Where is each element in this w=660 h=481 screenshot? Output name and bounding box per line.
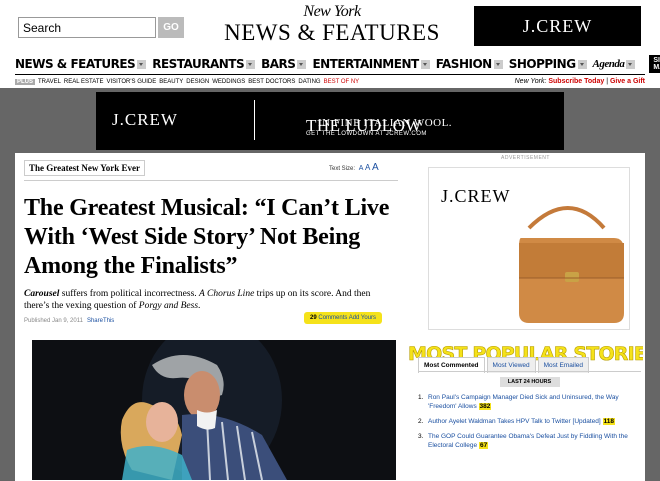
subnav-design[interactable]: DESIGN <box>186 79 209 85</box>
most-popular-panel: LAST 24 HOURS 1. Ron Paul's Campaign Man… <box>418 371 641 456</box>
published-date: Published Jan 9, 2011 <box>24 318 83 324</box>
chevron-down-icon[interactable] <box>420 59 430 69</box>
chevron-down-icon[interactable] <box>137 59 147 69</box>
nav-bars[interactable]: BARS <box>261 57 307 71</box>
sidebar: ADVERTISEMENT J.CREW MOST POPULAR STORIE… <box>408 155 643 449</box>
nav-news-features[interactable]: NEWS & FEATURES <box>15 57 147 71</box>
list-item[interactable]: 1. Ron Paul's Campaign Manager Died Sick… <box>418 393 641 411</box>
comments-count: 29 <box>310 315 317 321</box>
comments-link[interactable]: Comments Add Yours <box>318 315 376 321</box>
subscribe-links: New York: Subscribe Today | Give a Gift <box>515 78 645 85</box>
subnav-real-estate[interactable]: REAL ESTATE <box>64 79 104 85</box>
separator: | <box>606 78 609 85</box>
nav-shopping[interactable]: SHOPPING <box>509 57 587 71</box>
handbag-image <box>519 206 624 323</box>
search-input[interactable] <box>18 17 156 38</box>
chevron-down-icon[interactable] <box>493 59 503 69</box>
chevron-down-icon[interactable] <box>626 59 636 69</box>
nav-fashion[interactable]: FASHION <box>436 57 503 71</box>
chevron-down-icon[interactable] <box>297 59 307 69</box>
main-nav: NEWS & FEATURES RESTAURANTS BARS ENTERTA… <box>15 55 660 73</box>
ad-brand: J.CREW <box>112 110 178 129</box>
item-number: 2. <box>418 418 424 425</box>
series-label[interactable]: The Greatest New York Ever <box>24 160 145 176</box>
divider <box>24 180 398 181</box>
article-headline: The Greatest Musical: “I Can’t Live With… <box>24 195 390 279</box>
dek-show-chorus-line: A Chorus Line <box>199 289 255 299</box>
nav-entertainment[interactable]: ENTERTAINMENT <box>312 57 430 71</box>
text-size-medium[interactable]: A <box>365 163 370 172</box>
item-link[interactable]: The GOP Could Guarantee Obama's Defeat J… <box>428 433 628 449</box>
article-photo <box>32 340 396 480</box>
item-content: Author Ayelet Waldman Takes HPV Talk to … <box>428 417 616 426</box>
photo-illustration <box>32 340 396 480</box>
ludlow-banner-ad[interactable]: J.CREW THE LUDLOW IN FINE ITALIAN WOOL. … <box>96 92 564 150</box>
ad-subline: IN FINE ITALIAN WOOL. <box>318 117 453 129</box>
dek-show-carousel: Carousel <box>24 289 60 299</box>
dek-show-porgy: Porgy and Bess <box>138 301 199 311</box>
article-column: The Greatest New York Ever Text Size: A … <box>24 158 398 480</box>
subnav-visitors-guide[interactable]: VISITOR'S GUIDE <box>107 79 157 85</box>
most-popular-list: 1. Ron Paul's Campaign Manager Died Sick… <box>418 393 641 450</box>
subnav-dating[interactable]: DATING <box>298 79 320 85</box>
ad-divider <box>254 100 255 140</box>
article-dek: Carousel suffers from political incorrec… <box>24 288 394 312</box>
list-item[interactable]: 2. Author Ayelet Waldman Takes HPV Talk … <box>418 417 641 426</box>
text-size-label: Text Size: <box>329 166 356 172</box>
nav-restaurants[interactable]: RESTAURANTS <box>152 57 256 71</box>
search-form: GO <box>18 17 184 38</box>
comment-count: 382 <box>478 403 492 410</box>
subnav-best-of-ny[interactable]: BEST OF NY <box>324 79 360 85</box>
chevron-down-icon[interactable] <box>246 59 256 69</box>
share-this-link[interactable]: ShareThis <box>87 318 114 324</box>
subnav-best-doctors[interactable]: BEST DOCTORS <box>248 79 295 85</box>
site-map-button[interactable]: SITE MAP <box>649 55 660 73</box>
comment-count: 67 <box>478 442 489 449</box>
sub-nav: PLUS TRAVEL REAL ESTATE VISITOR'S GUIDE … <box>15 74 645 86</box>
masthead[interactable]: New York NEWS & FEATURES <box>212 4 452 46</box>
plus-badge: PLUS <box>15 78 36 85</box>
subnav-weddings[interactable]: WEDDINGS <box>212 79 245 85</box>
comments-button[interactable]: 29 Comments Add Yours <box>304 312 383 324</box>
top-bar: GO New York NEWS & FEATURES J.CREW <box>0 0 660 52</box>
list-item[interactable]: 3. The GOP Could Guarantee Obama's Defea… <box>418 432 641 450</box>
item-link[interactable]: Author Ayelet Waldman Takes HPV Talk to … <box>428 418 601 425</box>
subscribe-link[interactable]: Subscribe Today <box>548 78 604 85</box>
section-title: NEWS & FEATURES <box>224 20 440 45</box>
ny-label: New York: <box>514 78 547 85</box>
item-content: The GOP Could Guarantee Obama's Defeat J… <box>428 432 641 450</box>
item-number: 1. <box>418 394 424 401</box>
text-size-small[interactable]: A <box>359 165 364 172</box>
item-link[interactable]: Ron Paul's Campaign Manager Died Sick an… <box>428 394 619 410</box>
comment-count: 118 <box>602 418 616 425</box>
chevron-down-icon[interactable] <box>577 59 587 69</box>
subnav-travel[interactable]: TRAVEL <box>38 79 61 85</box>
dek-text-3: . <box>198 301 201 311</box>
text-size-large[interactable]: A <box>372 162 379 173</box>
time-window-label: LAST 24 HOURS <box>499 377 560 387</box>
give-gift-link[interactable]: Give a Gift <box>610 78 645 85</box>
dek-text-1: suffers from political incorrectness. <box>59 289 200 299</box>
item-number: 3. <box>418 433 424 440</box>
advertisement-label: ADVERTISEMENT <box>501 155 550 161</box>
text-size-control: Text Size: A A A <box>329 162 379 173</box>
jcrew-top-ad[interactable]: J.CREW <box>474 6 641 46</box>
new-york-logo[interactable]: New York <box>212 4 452 20</box>
ad-cta: GET THE LOWDOWN AT JCREW.COM <box>306 131 427 137</box>
subnav-beauty[interactable]: BEAUTY <box>159 79 183 85</box>
search-go-button[interactable]: GO <box>158 17 184 38</box>
jcrew-bag-ad[interactable]: J.CREW <box>428 167 630 330</box>
nav-agenda[interactable]: Agenda <box>593 58 636 70</box>
item-content: Ron Paul's Campaign Manager Died Sick an… <box>428 393 641 411</box>
